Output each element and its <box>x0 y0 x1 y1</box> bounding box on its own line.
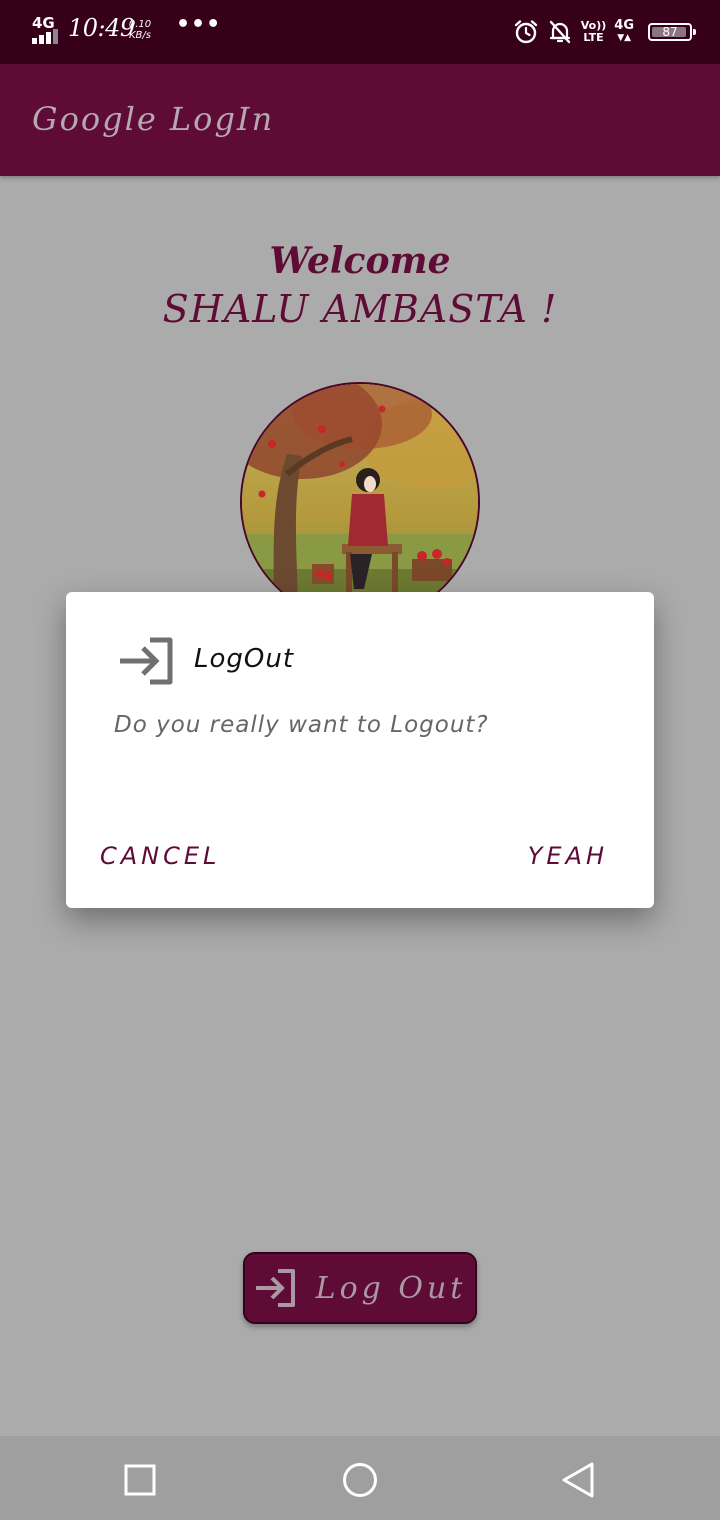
status-icons: Vo)) LTE 4G ▼▲ 87 <box>513 16 696 48</box>
avatar-illustration <box>242 384 478 620</box>
cellular-signal-icon: 4G <box>30 14 62 44</box>
data-type-label: 4G <box>614 18 634 33</box>
dialog-message: Do you really want to Logout? <box>114 712 489 738</box>
confirm-logout-button[interactable]: YEAH <box>528 842 608 870</box>
home-icon[interactable] <box>340 1460 380 1500</box>
logout-button[interactable]: Log Out <box>243 1252 477 1324</box>
app-title: Google LogIn <box>32 100 275 138</box>
profile-avatar <box>240 382 480 622</box>
volte-bottom-label: LTE <box>583 31 604 44</box>
logout-button-label: Log Out <box>315 1270 467 1306</box>
logout-icon <box>120 637 173 685</box>
battery-icon: 87 <box>648 23 696 41</box>
signal-4g-icon: 4G ▼▲ <box>614 18 634 44</box>
recents-icon[interactable] <box>120 1460 160 1500</box>
welcome-heading: Welcome <box>269 240 451 282</box>
navigation-bar <box>0 1436 720 1520</box>
network-speed-unit: KB/s <box>129 30 151 41</box>
network-speed-value: 0.10 <box>128 19 152 30</box>
more-notifications-icon: ••• <box>176 12 222 37</box>
dialog-title: LogOut <box>194 644 295 674</box>
data-activity-arrows: ▼▲ <box>617 33 632 43</box>
back-icon[interactable] <box>558 1460 598 1500</box>
network-type-label: 4G <box>32 14 55 32</box>
user-name: SHALU AMBASTA ! <box>162 287 558 331</box>
app-bar: Google LogIn <box>0 64 720 176</box>
battery-level-label: 87 <box>662 25 678 39</box>
mute-notification-icon <box>549 20 570 44</box>
status-bar: 4G 10:49 0.10 KB/s ••• Vo)) LTE 4G ▼▲ 87 <box>0 0 720 64</box>
volte-icon: Vo)) LTE <box>581 20 607 44</box>
logout-icon <box>255 1269 295 1307</box>
network-speed: 0.10 KB/s <box>125 19 155 41</box>
alarm-icon <box>514 20 537 44</box>
cancel-button[interactable]: CANCEL <box>100 842 220 870</box>
logout-dialog: LogOut Do you really want to Logout? CAN… <box>66 592 654 908</box>
